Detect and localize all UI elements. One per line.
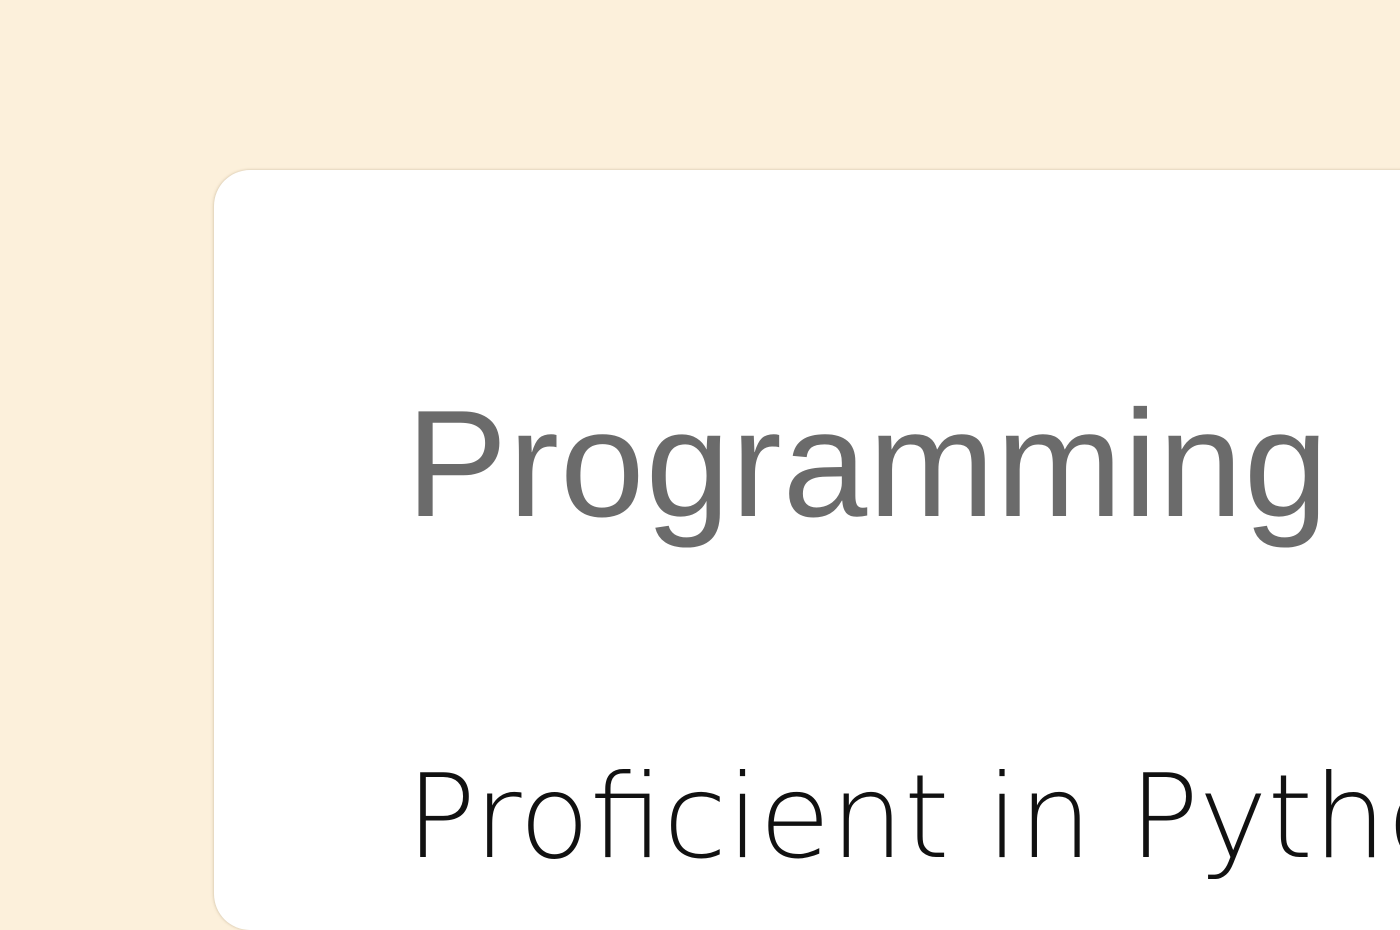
skill-card-description: Proficient in Python — [406, 750, 1400, 885]
skill-card-title: Programming — [406, 379, 1330, 549]
skill-card: Programming Proficient in Python — [214, 170, 1400, 930]
